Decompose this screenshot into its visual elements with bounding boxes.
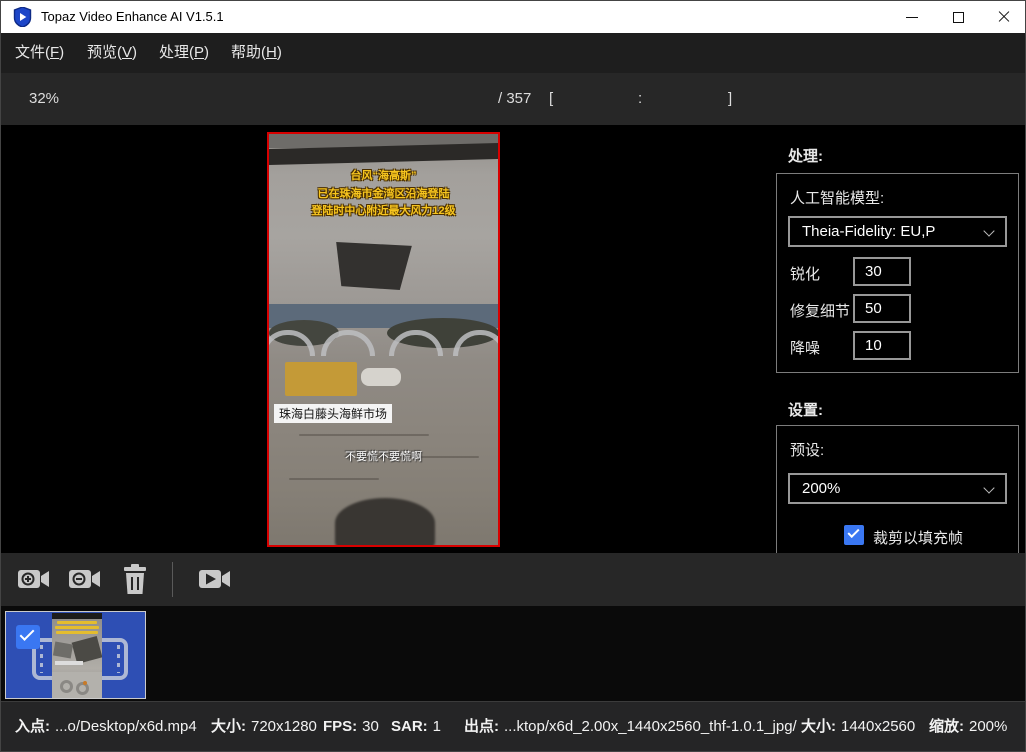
menu-process[interactable]: 处理(P) [159,33,209,73]
fps-status: FPS:30 [323,702,379,752]
playback-toolbar: 32% / 357 [ : ] [1,73,1026,125]
close-icon [998,11,1010,23]
chevron-down-icon [983,482,994,493]
video-thumbnail-item[interactable] [5,611,146,699]
thumbnail-image [52,613,102,698]
titlebar: Topaz Video Enhance AI V1.5.1 [1,1,1026,33]
range-close-bracket: ] [728,73,732,125]
maximize-icon [953,12,964,23]
zoom-level-label: 32% [29,73,59,125]
video-foreground-shape [335,498,435,547]
status-bar: 入点:...o/Desktop/x6d.mp4 大小:720x1280 FPS:… [1,701,1026,752]
range-separator: : [638,73,642,125]
preset-dropdown[interactable]: 200% [788,473,1007,504]
sharpen-label: 锐化 [790,263,820,284]
menu-file[interactable]: 文件(F) [15,33,64,73]
restore-detail-input[interactable] [853,294,911,323]
delete-video-button trash-icon[interactable] [122,564,148,594]
window-title: Topaz Video Enhance AI V1.5.1 [41,1,224,33]
maximize-button[interactable] [935,1,981,33]
total-frames-label: / 357 [498,73,531,125]
main-area: 台风“海高斯” 已在珠海市金湾区沿海登陆 登陆时中心附近最大风力12级 珠海白藤… [1,125,1026,553]
scale-status: 缩放:200% [929,702,1007,752]
video-white-car [361,368,401,386]
in-size-status: 大小:720x1280 [211,702,317,752]
video-title-overlay: 台风“海高斯” 已在珠海市金湾区沿海登陆 登陆时中心附近最大风力12级 [269,168,498,221]
video-yellow-truck [285,362,357,396]
thumbnail-selected-checkbox[interactable] [16,625,40,649]
range-open-bracket: [ [549,73,553,125]
remove-video-button camera-minus-icon[interactable] [69,567,101,591]
process-header: 处理: [788,145,823,166]
restore-detail-label: 修复细节 [790,300,850,321]
video-preview[interactable]: 台风“海高斯” 已在珠海市金湾区沿海登陆 登陆时中心附近最大风力12级 珠海白藤… [267,132,500,547]
thumbnail-strip [1,606,1026,701]
crop-to-fill-checkbox[interactable] [844,525,864,545]
sharpen-input[interactable] [853,257,911,286]
video-list-toolbar [1,553,1026,606]
menu-bar: 文件(F) 预览(V) 处理(P) 帮助(H) [1,33,1026,73]
close-button[interactable] [981,1,1026,33]
video-caption: 不要慌不要慌啊 [269,448,498,464]
settings-panel: 处理: 人工智能模型: Theia-Fidelity: EU,P 锐化 修复细节… [771,125,1026,553]
chevron-down-icon [983,225,994,236]
checkmark-icon [20,626,35,641]
app-logo-icon [13,7,32,27]
settings-header: 设置: [788,399,823,420]
sar-status: SAR:1 [391,702,441,752]
video-water-streak [299,434,429,436]
add-video-button camera-plus-icon[interactable] [18,567,50,591]
video-water-streak [289,478,379,480]
toolbar-divider [172,562,173,597]
video-location-label: 珠海白藤头海鲜市场 [274,404,392,423]
preset-label: 预设: [790,439,824,460]
out-point-status: 出点:...ktop/x6d_2.00x_1440x2560_thf-1.0.1… [464,702,797,752]
menu-help[interactable]: 帮助(H) [231,33,282,73]
minimize-button[interactable] [889,1,935,33]
process-video-button camera-play-icon[interactable] [199,567,231,591]
ai-model-value: Theia-Fidelity: EU,P [802,223,935,240]
menu-preview[interactable]: 预览(V) [87,33,137,73]
in-point-status: 入点:...o/Desktop/x6d.mp4 [15,702,197,752]
ai-model-label: 人工智能模型: [790,187,884,208]
denoise-input[interactable] [853,331,911,360]
preset-value: 200% [802,480,840,497]
crop-to-fill-label: 裁剪以填充帧 [873,527,963,548]
minimize-icon [906,17,918,18]
app-window: Topaz Video Enhance AI V1.5.1 文件(F) 预览(V… [0,0,1026,752]
denoise-label: 降噪 [790,337,820,358]
out-size-status: 大小:1440x2560 [801,702,915,752]
checkmark-icon [847,526,859,538]
ai-model-dropdown[interactable]: Theia-Fidelity: EU,P [788,216,1007,247]
